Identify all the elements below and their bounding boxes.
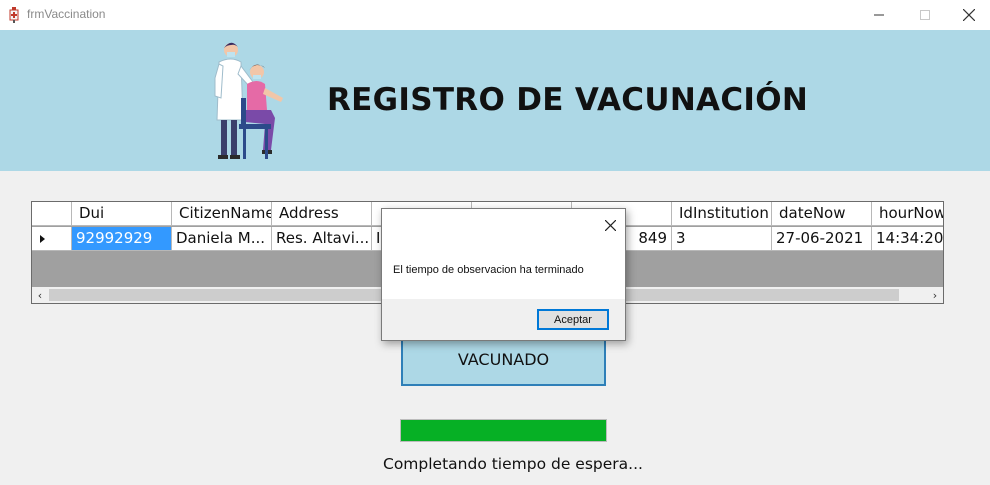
table-cell-date-now[interactable]: 27-06-2021 [772,227,872,251]
current-row-arrow-icon [40,235,45,243]
close-icon [604,219,616,231]
close-icon [963,9,975,21]
scroll-left-icon[interactable]: ‹ [32,287,48,303]
column-header-address[interactable]: Address [272,202,372,226]
page-title: REGISTRO DE VACUNACIÓN [327,82,809,118]
minimize-icon [874,14,884,16]
grid-corner-header[interactable] [32,202,72,226]
waiting-progress-bar [400,419,607,442]
app-icon [9,7,19,23]
table-cell-hour-now[interactable]: 14:34:20 [872,227,943,251]
scroll-right-icon[interactable]: › [927,287,943,303]
dialog-close-button[interactable] [600,215,620,235]
table-cell-dui[interactable]: 92992929 [72,227,172,251]
table-cell-citizen-name[interactable]: Daniela M... [172,227,272,251]
header-banner: REGISTRO DE VACUNACIÓN [0,30,990,171]
close-button[interactable] [946,0,990,30]
row-header[interactable] [32,227,72,251]
status-text: Completando tiempo de espera... [383,455,643,473]
title-bar: frmVaccination [0,0,990,30]
column-header-date-now[interactable]: dateNow [772,202,872,226]
message-dialog: El tiempo de observacion ha terminado Ac… [381,208,626,341]
nurse-vaccinating-patient-icon [214,42,283,159]
dialog-content-area [382,209,625,299]
table-cell-address[interactable]: Res. Altavi... [272,227,372,251]
column-header-dui[interactable]: Dui [72,202,172,226]
column-header-id-institution[interactable]: IdInstitution [672,202,772,226]
progress-fill [401,420,606,441]
minimize-button[interactable] [856,0,902,30]
maximize-icon [920,10,930,20]
table-cell-id-institution[interactable]: 3 [672,227,772,251]
maximize-button[interactable] [902,0,948,30]
accept-button[interactable]: Aceptar [537,309,609,330]
dialog-message: El tiempo de observacion ha terminado [393,264,584,276]
window-title: frmVaccination [27,7,106,21]
column-header-hour-now[interactable]: hourNow [872,202,943,226]
column-header-citizen-name[interactable]: CitizenName [172,202,272,226]
